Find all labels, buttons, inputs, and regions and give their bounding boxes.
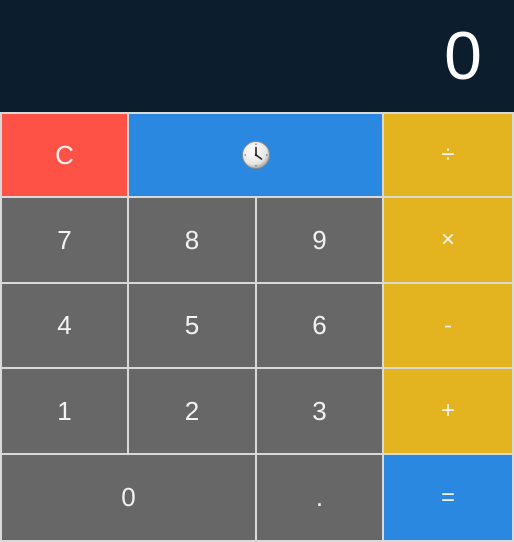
add-button[interactable]: + [384,369,512,453]
equals-label: = [440,483,455,511]
one-button[interactable]: 1 [2,369,127,453]
zero-label: 0 [121,482,136,512]
divide-button[interactable]: ÷ [384,114,512,196]
six-button[interactable]: 6 [257,284,382,367]
subtract-label: - [444,311,452,339]
three-button[interactable]: 3 [257,369,382,453]
divide-label: ÷ [441,141,455,168]
clock-icon [241,141,270,169]
five-button[interactable]: 5 [129,284,255,367]
seven-label: 7 [57,224,72,255]
clear-button[interactable]: C [2,114,127,196]
history-button[interactable] [129,114,382,196]
multiply-label: × [440,226,455,253]
display-panel: 0 [0,0,514,112]
equals-button[interactable]: = [384,455,512,540]
decimal-label: . [315,482,324,512]
seven-button[interactable]: 7 [2,198,127,282]
calculator: 0 C ÷ 7 8 9 × 4 5 6 - 1 2 3 + 0 . = [0,0,514,542]
add-label: + [440,397,455,424]
multiply-button[interactable]: × [384,198,512,282]
nine-label: 9 [312,224,327,255]
four-label: 4 [57,310,72,340]
two-label: 2 [184,395,200,426]
two-button[interactable]: 2 [129,369,255,453]
one-label: 1 [57,395,72,426]
zero-button[interactable]: 0 [2,455,255,540]
clear-label: C [55,139,74,170]
four-button[interactable]: 4 [2,284,127,367]
three-label: 3 [312,395,327,426]
decimal-button[interactable]: . [257,455,382,540]
subtract-button[interactable]: - [384,284,512,367]
five-label: 5 [184,310,200,340]
eight-button[interactable]: 8 [129,198,255,282]
six-label: 6 [312,310,327,340]
nine-button[interactable]: 9 [257,198,382,282]
eight-label: 8 [184,224,200,255]
display-value: 0 [444,18,482,94]
